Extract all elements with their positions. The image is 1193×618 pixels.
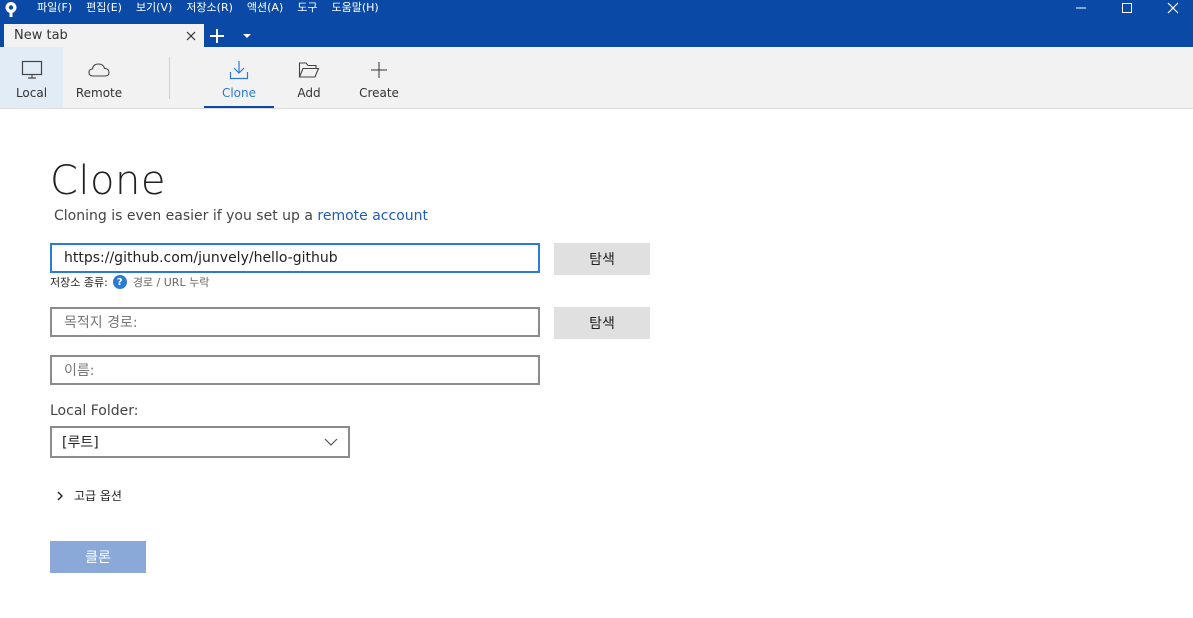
- toolbar-divider: [169, 57, 170, 99]
- source-url-input[interactable]: https://github.com/junvely/hello-github: [50, 243, 540, 273]
- menu-file[interactable]: 파일(F): [37, 0, 72, 16]
- menu-actions[interactable]: 액션(A): [247, 0, 283, 16]
- monitor-icon: [21, 59, 43, 81]
- browse-source-button[interactable]: 탐색: [554, 243, 650, 275]
- repo-type-value: 경로 / URL 누락: [132, 276, 210, 289]
- plus-icon: [210, 29, 224, 43]
- menu-repository[interactable]: 저장소(R): [186, 0, 233, 16]
- page-title: Clone: [50, 158, 166, 204]
- download-icon: [229, 59, 249, 81]
- folder-open-icon: [298, 59, 320, 81]
- menu-bar: 파일(F) 편집(E) 보기(V) 저장소(R) 액션(A) 도구 도움말(H): [37, 0, 393, 16]
- local-folder-label: Local Folder:: [50, 403, 139, 419]
- plus-icon: [370, 59, 388, 81]
- minimize-icon: [1076, 7, 1086, 9]
- clone-button[interactable]: 클론: [50, 541, 146, 573]
- maximize-icon: [1122, 3, 1132, 13]
- toolbar-remote-button[interactable]: Remote: [63, 47, 135, 108]
- toolbar-remote-label: Remote: [75, 86, 123, 100]
- caret-down-icon: [243, 34, 251, 38]
- close-icon: [1167, 2, 1179, 14]
- destination-path-placeholder: 목적지 경로:: [64, 315, 138, 331]
- name-input[interactable]: 이름:: [50, 355, 540, 385]
- advanced-options-label: 고급 옵션: [74, 489, 122, 503]
- toolbar-local-label: Local: [15, 86, 48, 100]
- local-folder-value: [루트]: [62, 435, 99, 451]
- name-placeholder: 이름:: [64, 363, 95, 379]
- toolbar-add-button[interactable]: Add: [274, 47, 344, 108]
- tab-close-button[interactable]: [182, 27, 200, 45]
- maximize-button[interactable]: [1104, 0, 1150, 16]
- close-window-button[interactable]: [1150, 0, 1193, 16]
- menu-edit[interactable]: 편집(E): [86, 0, 122, 16]
- menu-view[interactable]: 보기(V): [136, 0, 172, 16]
- local-folder-select[interactable]: [루트]: [50, 426, 350, 458]
- add-tab-button[interactable]: [207, 26, 227, 46]
- toolbar-create-button[interactable]: Create: [344, 47, 414, 108]
- repo-type-row: 저장소 종류: ? 경로 / URL 누락: [50, 274, 209, 290]
- menu-help[interactable]: 도움말(H): [332, 0, 379, 16]
- cloud-icon: [88, 59, 110, 81]
- menu-tools[interactable]: 도구: [297, 0, 317, 16]
- source-url-value: https://github.com/junvely/hello-github: [64, 250, 338, 266]
- toolbar-add-label: Add: [297, 86, 321, 100]
- toolbar-clone-label: Clone: [221, 86, 257, 100]
- browse-destination-button[interactable]: 탐색: [554, 307, 650, 339]
- chevron-right-icon: [54, 489, 66, 503]
- advanced-options-toggle[interactable]: 고급 옵션: [54, 487, 122, 504]
- toolbar-create-label: Create: [359, 86, 399, 100]
- tab-label: New tab: [14, 28, 68, 43]
- subtitle: Cloning is even easier if you set up a r…: [54, 208, 428, 224]
- tab-list-dropdown[interactable]: [238, 28, 256, 44]
- toolbar: Local Remote Clone Add Create: [0, 47, 1193, 109]
- chevron-down-icon: [324, 435, 338, 449]
- close-icon: [186, 31, 196, 40]
- title-bar: 파일(F) 편집(E) 보기(V) 저장소(R) 액션(A) 도구 도움말(H)…: [0, 0, 1193, 47]
- tab-new-tab[interactable]: New tab: [4, 24, 204, 47]
- destination-path-input[interactable]: 목적지 경로:: [50, 307, 540, 337]
- remote-account-link[interactable]: remote account: [317, 208, 428, 224]
- toolbar-local-button[interactable]: Local: [0, 47, 63, 108]
- help-icon[interactable]: ?: [112, 275, 127, 289]
- repo-type-label: 저장소 종류:: [50, 276, 108, 289]
- toolbar-clone-button[interactable]: Clone: [204, 47, 274, 108]
- minimize-button[interactable]: [1058, 0, 1104, 16]
- sourcetree-logo-icon[interactable]: [3, 1, 19, 17]
- subtitle-text: Cloning is even easier if you set up a: [54, 208, 318, 224]
